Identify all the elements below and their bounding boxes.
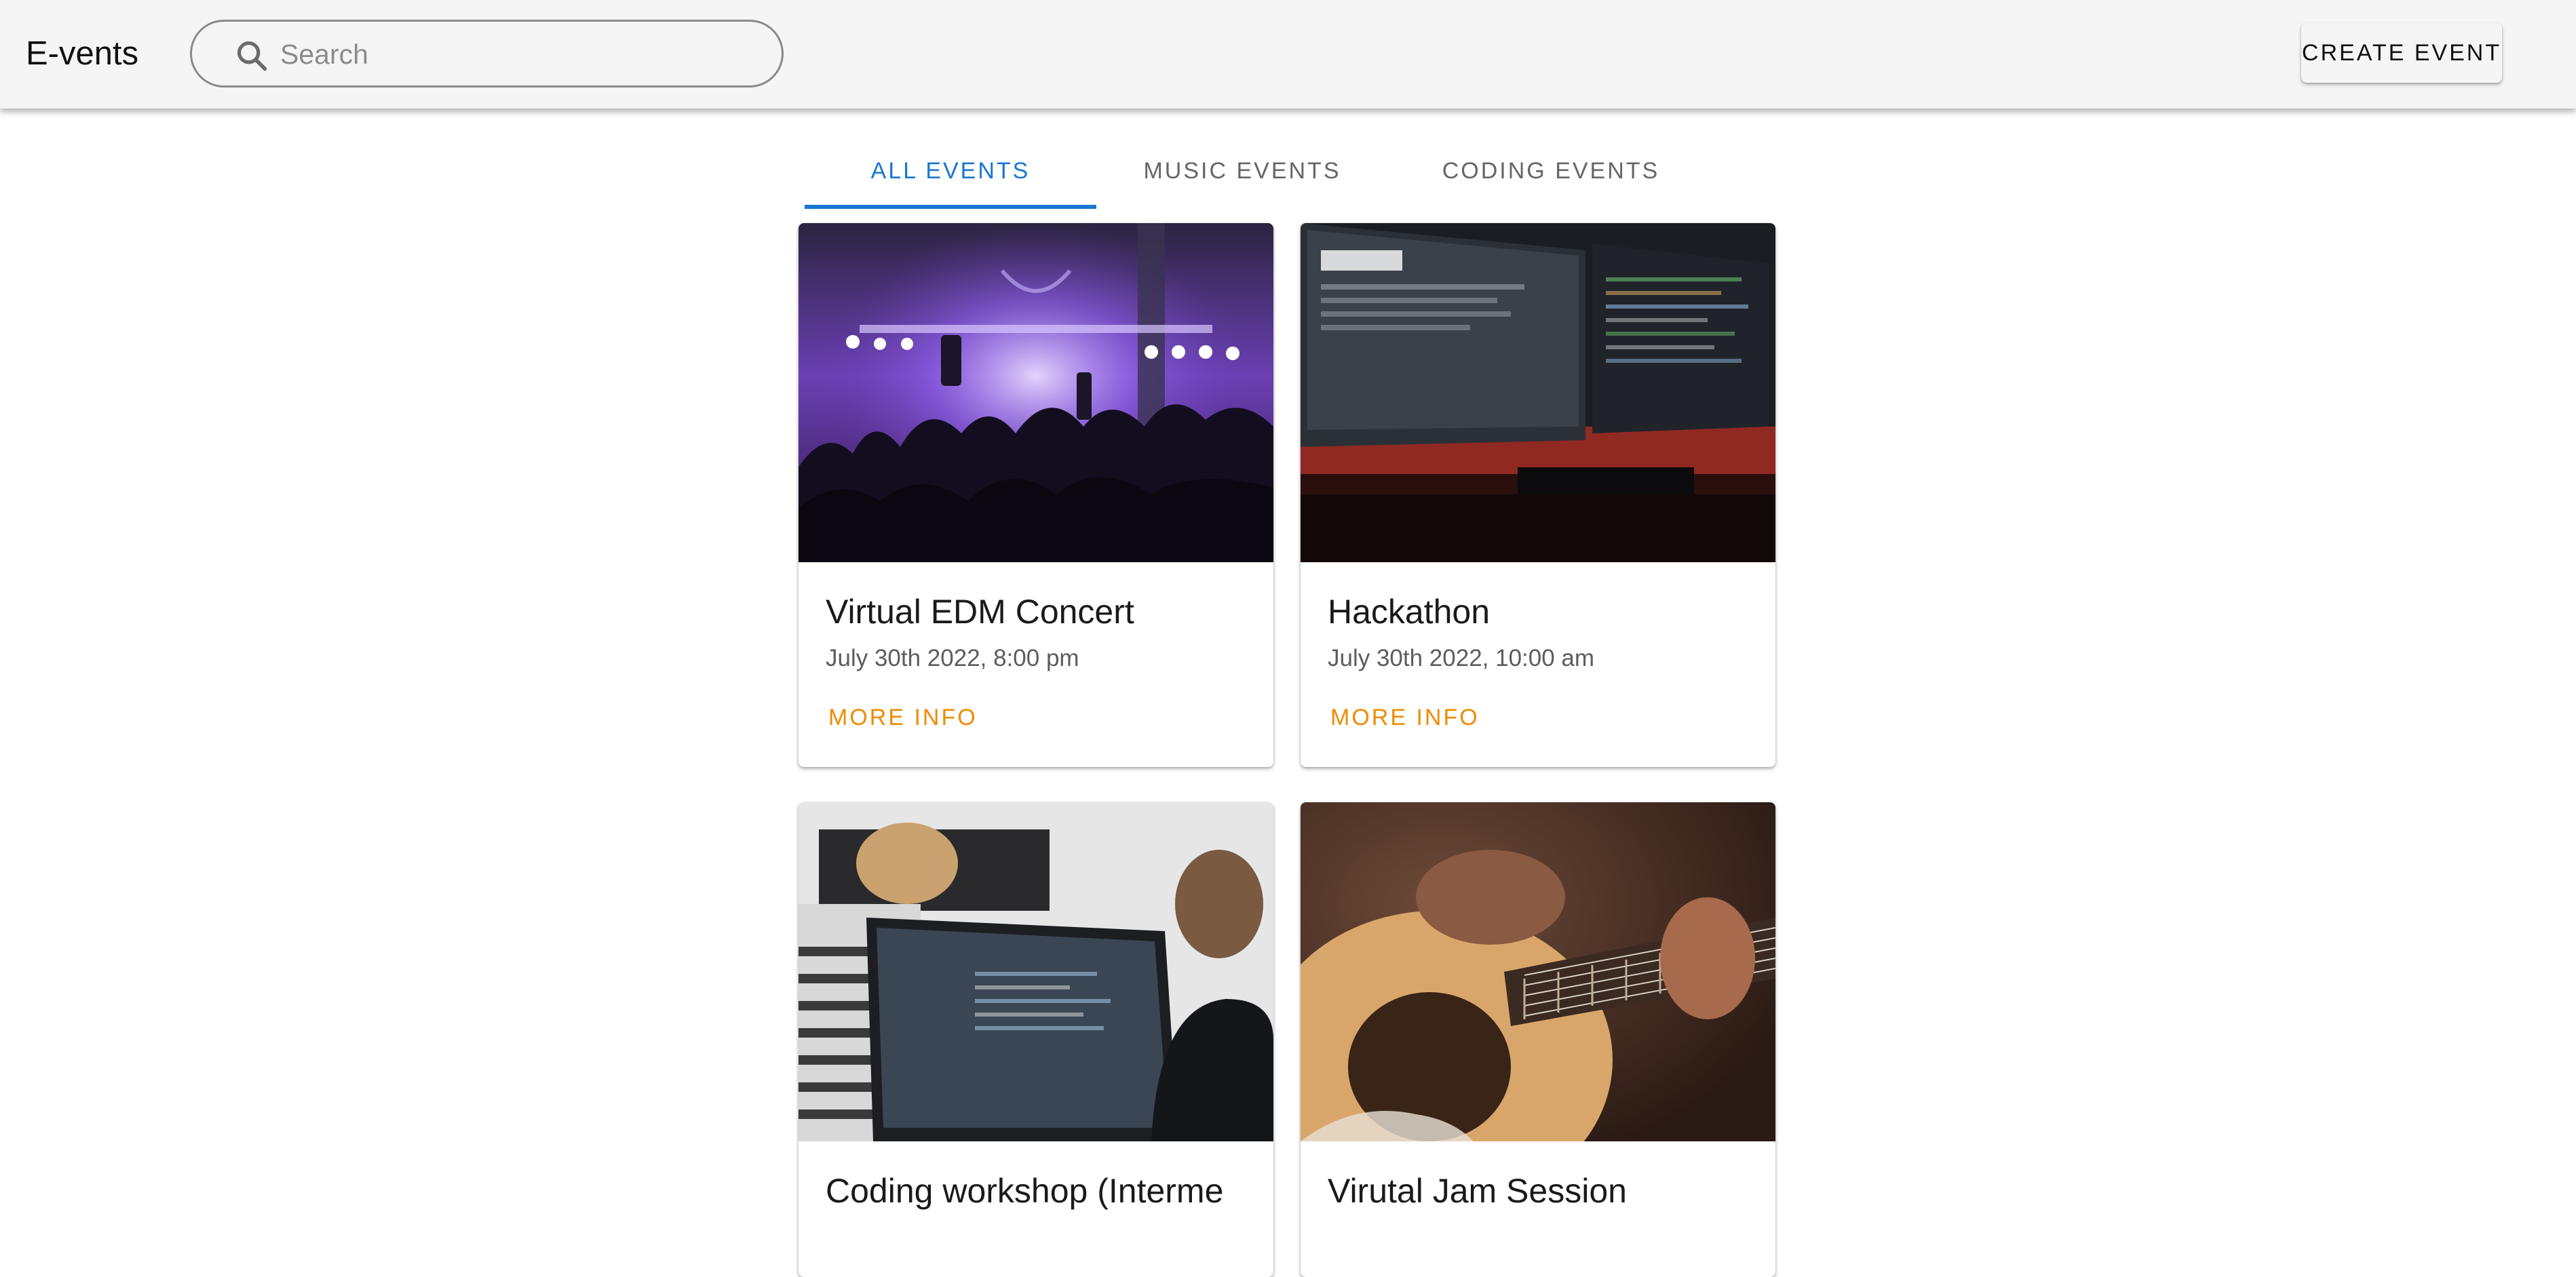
event-tabs: ALL EVENTS MUSIC EVENTS CODING EVENTS [805,136,1754,210]
event-card-virtual-edm-concert: Virtual EDM Concert July 30th 2022, 8:00… [799,223,1273,767]
event-card-coding-workshop: Coding workshop (Interme [799,802,1273,1277]
event-title: Hackathon [1328,593,1491,631]
guitar-player-photo [1301,802,1775,1141]
event-card-jam-session: Virutal Jam Session [1301,802,1775,1277]
search-icon [237,41,267,71]
code-monitors-photo [1301,223,1775,562]
create-event-button[interactable]: CREATE EVENT [2301,23,2502,83]
search-box[interactable] [190,20,784,87]
tab-music-events[interactable]: MUSIC EVENTS [1096,136,1388,206]
search-input[interactable] [280,34,755,75]
app-bar: E-vents CREATE EVENT [0,0,2576,109]
more-info-button[interactable]: MORE INFO [1330,705,1480,731]
event-title: Virutal Jam Session [1328,1172,1627,1210]
tab-all-events[interactable]: ALL EVENTS [805,136,1096,206]
event-card-hackathon: Hackathon July 30th 2022, 10:00 am MORE … [1301,223,1775,767]
coding-workshop-photo [799,802,1273,1141]
tab-coding-events[interactable]: CODING EVENTS [1388,136,1714,206]
event-title: Virtual EDM Concert [826,593,1134,631]
more-info-button[interactable]: MORE INFO [828,705,978,731]
event-date: July 30th 2022, 8:00 pm [826,645,1079,671]
event-title: Coding workshop (Interme [826,1172,1224,1210]
event-date: July 30th 2022, 10:00 am [1328,645,1595,671]
active-tab-indicator [805,205,1096,209]
app-title: E-vents [26,35,139,72]
concert-crowd-photo [799,223,1273,562]
